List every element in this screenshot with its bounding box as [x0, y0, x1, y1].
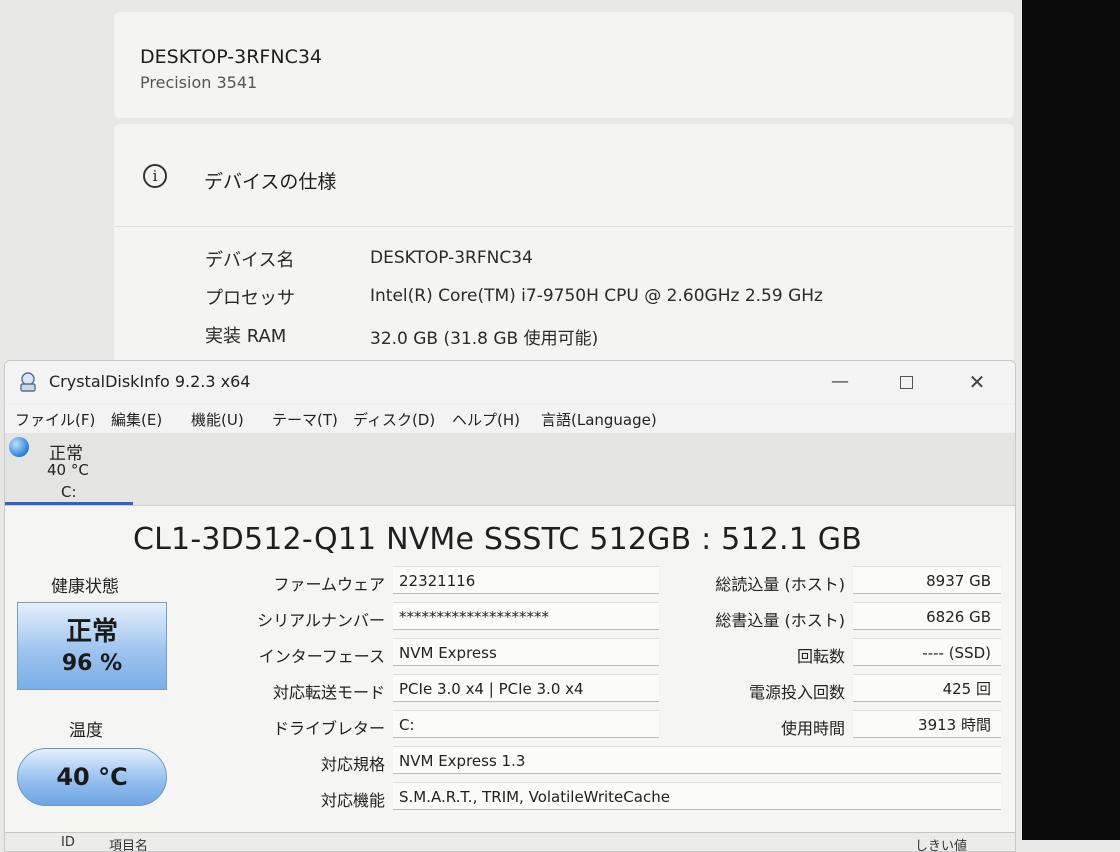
- minimize-button[interactable]: —: [817, 367, 863, 397]
- transfer-mode-label: 対応転送モード: [272, 683, 385, 702]
- menu-function[interactable]: 機能(U): [191, 409, 244, 430]
- power-on-count-label: 電源投入回数: [748, 683, 845, 702]
- crystaldiskinfo-app-icon: [20, 372, 36, 392]
- close-button[interactable]: ✕: [954, 367, 1000, 397]
- serial-value: ********************: [393, 602, 659, 630]
- health-indicator-icon: [9, 437, 29, 457]
- rotation-rate-value: ---- (SSD): [853, 638, 1001, 666]
- spec-value-ram: 32.0 GB (31.8 GB 使用可能): [370, 329, 599, 349]
- close-icon: ✕: [968, 370, 986, 394]
- health-status-text: 正常: [65, 617, 118, 647]
- window-title: CrystalDiskInfo 9.2.3 x64: [49, 372, 251, 391]
- spec-title: デバイスの仕様: [204, 171, 337, 193]
- drive-letter-value: C:: [393, 710, 659, 738]
- screen-bezel: [1022, 0, 1120, 840]
- firmware-label: ファームウェア: [273, 575, 385, 594]
- total-reads-value: 8937 GB: [853, 566, 1001, 594]
- power-on-hours-label: 使用時間: [780, 719, 845, 738]
- disk-model-title: CL1-3D512-Q11 NVMe SSSTC 512GB : 512.1 G…: [133, 522, 863, 557]
- menu-file[interactable]: ファイル(F): [15, 409, 95, 430]
- active-tab-indicator: [5, 502, 133, 505]
- spec-value-device-name: DESKTOP-3RFNC34: [370, 248, 533, 268]
- maximize-button[interactable]: [883, 367, 929, 397]
- standard-value: NVM Express 1.3: [393, 746, 1001, 774]
- menu-bar: ファイル(F) 編集(E) 機能(U) テーマ(T) ディスク(D) ヘルプ(H…: [5, 405, 1015, 433]
- temperature-box[interactable]: 40 °C: [17, 748, 167, 806]
- total-writes-label: 総書込量 (ホスト): [715, 611, 845, 630]
- interface-value: NVM Express: [393, 638, 659, 666]
- crystaldiskinfo-window: CrystalDiskInfo 9.2.3 x64 — ✕ ファイル(F) 編集…: [4, 360, 1016, 852]
- spec-label-ram: 実装 RAM: [205, 326, 287, 347]
- spec-label-device-name: デバイス名: [205, 250, 295, 271]
- health-percent: 96 %: [61, 651, 123, 676]
- disk-info-panel: CL1-3D512-Q11 NVMe SSSTC 512GB : 512.1 G…: [5, 506, 1015, 851]
- maximize-icon: [899, 375, 913, 389]
- device-name: DESKTOP-3RFNC34: [140, 46, 323, 68]
- minimize-icon: —: [831, 371, 849, 392]
- menu-disk[interactable]: ディスク(D): [353, 409, 435, 430]
- menu-theme[interactable]: テーマ(T): [272, 409, 338, 430]
- menu-help[interactable]: ヘルプ(H): [452, 409, 520, 430]
- spec-label-processor: プロセッサ: [205, 288, 295, 309]
- drive-letter-label: ドライブレター: [272, 719, 385, 738]
- temperature-label: 温度: [69, 721, 103, 741]
- smart-table-header: ID 項目名 しきい値: [5, 832, 1015, 851]
- title-bar[interactable]: CrystalDiskInfo 9.2.3 x64 — ✕: [5, 361, 1015, 403]
- health-status-box[interactable]: 正常 96 %: [17, 602, 167, 690]
- total-writes-value: 6826 GB: [853, 602, 1001, 630]
- device-model: Precision 3541: [140, 73, 258, 92]
- info-icon: i: [143, 164, 167, 188]
- menu-language[interactable]: 言語(Language): [541, 409, 657, 430]
- power-on-hours-value: 3913 時間: [853, 710, 1001, 738]
- features-value: S.M.A.R.T., TRIM, VolatileWriteCache: [393, 782, 1001, 810]
- menu-edit[interactable]: 編集(E): [111, 409, 162, 430]
- power-on-count-value: 425 回: [853, 674, 1001, 702]
- table-header-name[interactable]: 項目名: [109, 835, 148, 851]
- standard-label: 対応規格: [320, 755, 385, 774]
- features-label: 対応機能: [320, 791, 385, 810]
- spec-value-processor: Intel(R) Core(TM) i7-9750H CPU @ 2.60GHz…: [370, 286, 823, 306]
- table-header-id[interactable]: ID: [61, 835, 75, 850]
- spec-divider: [114, 226, 1014, 227]
- drive-tab-temp: 40 °C: [47, 461, 89, 479]
- total-reads-label: 総読込量 (ホスト): [715, 575, 845, 594]
- drive-tab-bar: 正常 40 °C C:: [5, 433, 1015, 506]
- rotation-rate-label: 回転数: [796, 647, 845, 666]
- serial-label: シリアルナンバー: [257, 611, 385, 630]
- health-label: 健康状態: [51, 577, 119, 597]
- drive-tab-c[interactable]: 正常 40 °C C:: [5, 433, 133, 505]
- interface-label: インターフェース: [258, 647, 385, 666]
- transfer-mode-value: PCIe 3.0 x4 | PCIe 3.0 x4: [393, 674, 659, 702]
- firmware-value: 22321116: [393, 566, 659, 594]
- drive-tab-letter: C:: [61, 483, 77, 501]
- table-header-threshold[interactable]: しきい値: [915, 835, 967, 851]
